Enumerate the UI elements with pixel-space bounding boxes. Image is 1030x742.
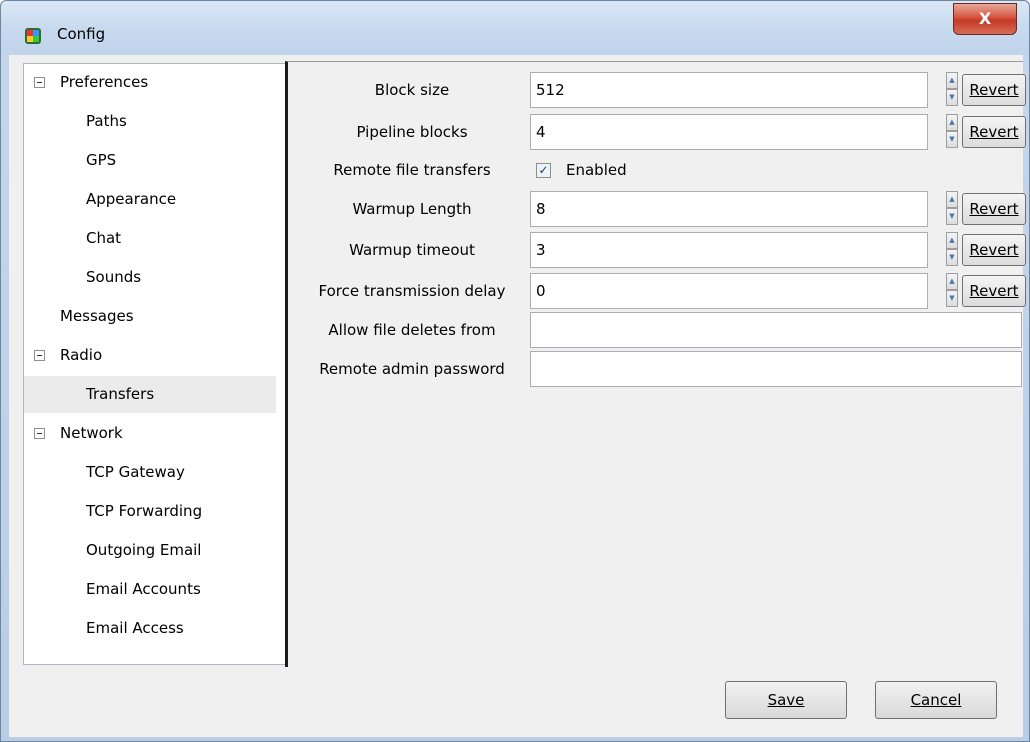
close-button[interactable]: X xyxy=(953,3,1017,35)
tree-item-paths[interactable]: Paths xyxy=(24,103,286,140)
collapse-icon[interactable] xyxy=(34,77,45,88)
tree-item-email-accounts[interactable]: Email Accounts xyxy=(24,571,286,608)
force-transmission-delay-label: Force transmission delay xyxy=(318,282,506,300)
tree-item-appearance[interactable]: Appearance xyxy=(24,181,286,218)
tree-item-label: Email Access xyxy=(86,619,184,637)
remote-file-transfers-label: Remote file transfers xyxy=(333,161,491,179)
save-button[interactable]: Save xyxy=(725,681,847,719)
tree-item-label: Appearance xyxy=(86,190,177,208)
spin-down-icon[interactable]: ▼ xyxy=(946,208,958,225)
config-window: Config X Preferences Paths GPS Appearanc… xyxy=(0,0,1030,742)
remote-file-transfers-checkbox[interactable]: ✓ xyxy=(536,163,551,178)
tree-item-messages[interactable]: Messages xyxy=(24,298,286,335)
pipeline-blocks-revert-button[interactable]: Revert xyxy=(962,116,1026,148)
tree-item-transfers[interactable]: Transfers xyxy=(24,376,276,413)
config-tree[interactable]: Preferences Paths GPS Appearance Chat So… xyxy=(23,63,287,665)
tree-item-label: GPS xyxy=(86,151,117,169)
block-size-label: Block size xyxy=(374,81,450,99)
tree-item-chat[interactable]: Chat xyxy=(24,220,286,257)
warmup-length-spinner[interactable]: ▲ ▼ xyxy=(946,191,958,227)
tree-item-sounds[interactable]: Sounds xyxy=(24,259,286,296)
settings-panel: Block size 512 ▲ ▼ Revert Pipeline blocks… xyxy=(285,61,1026,667)
spin-up-icon[interactable]: ▲ xyxy=(946,72,958,89)
spin-up-icon[interactable]: ▲ xyxy=(946,114,958,131)
warmup-timeout-spinner[interactable]: ▲ ▼ xyxy=(946,232,958,268)
block-size-field[interactable]: 512 xyxy=(530,72,928,108)
remote-file-transfers-enabled-label[interactable]: Enabled xyxy=(566,161,627,179)
spin-up-icon[interactable]: ▲ xyxy=(946,273,958,290)
warmup-timeout-field[interactable]: 3 xyxy=(530,232,928,268)
warmup-timeout-revert-button[interactable]: Revert xyxy=(962,234,1026,266)
tree-item-network[interactable]: Network xyxy=(24,415,286,452)
spin-down-icon[interactable]: ▼ xyxy=(946,89,958,106)
tree-item-tcp-gateway[interactable]: TCP Gateway xyxy=(24,454,286,491)
spin-down-icon[interactable]: ▼ xyxy=(946,131,958,148)
app-icon xyxy=(25,28,41,44)
tree-item-label: TCP Gateway xyxy=(86,463,185,481)
pipeline-blocks-field[interactable]: 4 xyxy=(530,114,928,150)
spin-up-icon[interactable]: ▲ xyxy=(946,191,958,208)
allow-file-deletes-label: Allow file deletes from xyxy=(328,321,496,339)
tree-item-label: Transfers xyxy=(86,385,155,403)
tree-item-tcp-forwarding[interactable]: TCP Forwarding xyxy=(24,493,286,530)
tree-item-gps[interactable]: GPS xyxy=(24,142,286,179)
tree-item-email-access[interactable]: Email Access xyxy=(24,610,286,647)
tree-item-label: Chat xyxy=(86,229,122,247)
warmup-length-field[interactable]: 8 xyxy=(530,191,928,227)
tree-item-outgoing-email[interactable]: Outgoing Email xyxy=(24,532,286,569)
force-transmission-delay-field[interactable]: 0 xyxy=(530,273,928,309)
block-size-spinner[interactable]: ▲ ▼ xyxy=(946,72,958,108)
tree-item-label: Sounds xyxy=(86,268,142,286)
tree-item-label: Preferences xyxy=(60,73,149,91)
client-area: Preferences Paths GPS Appearance Chat So… xyxy=(9,55,1026,737)
tree-item-label: Email Accounts xyxy=(86,580,201,598)
spin-down-icon[interactable]: ▼ xyxy=(946,249,958,266)
tree-item-label: Messages xyxy=(60,307,134,325)
tree-item-radio[interactable]: Radio xyxy=(24,337,286,374)
tree-item-preferences[interactable]: Preferences xyxy=(24,64,286,101)
pipeline-blocks-label: Pipeline blocks xyxy=(356,123,468,141)
remote-admin-password-field[interactable] xyxy=(530,351,1022,387)
collapse-icon[interactable] xyxy=(34,428,45,439)
collapse-icon[interactable] xyxy=(34,350,45,361)
cancel-button[interactable]: Cancel xyxy=(875,681,997,719)
pipeline-blocks-spinner[interactable]: ▲ ▼ xyxy=(946,114,958,150)
warmup-length-revert-button[interactable]: Revert xyxy=(962,193,1026,225)
title-bar[interactable]: Config X xyxy=(1,1,1029,55)
warmup-timeout-label: Warmup timeout xyxy=(349,241,475,259)
allow-file-deletes-field[interactable] xyxy=(530,312,1022,348)
tree-item-label: Outgoing Email xyxy=(86,541,202,559)
spin-up-icon[interactable]: ▲ xyxy=(946,232,958,249)
window-title: Config xyxy=(57,25,106,43)
tree-item-label: TCP Forwarding xyxy=(86,502,203,520)
tree-item-label: Paths xyxy=(86,112,127,130)
tree-item-label: Radio xyxy=(60,346,103,364)
force-transmission-delay-spinner[interactable]: ▲ ▼ xyxy=(946,273,958,309)
spin-down-icon[interactable]: ▼ xyxy=(946,290,958,307)
remote-admin-password-label: Remote admin password xyxy=(319,360,505,378)
block-size-revert-button[interactable]: Revert xyxy=(962,74,1026,106)
warmup-length-label: Warmup Length xyxy=(352,200,472,218)
force-transmission-delay-revert-button[interactable]: Revert xyxy=(962,275,1026,307)
tree-item-label: Network xyxy=(60,424,123,442)
